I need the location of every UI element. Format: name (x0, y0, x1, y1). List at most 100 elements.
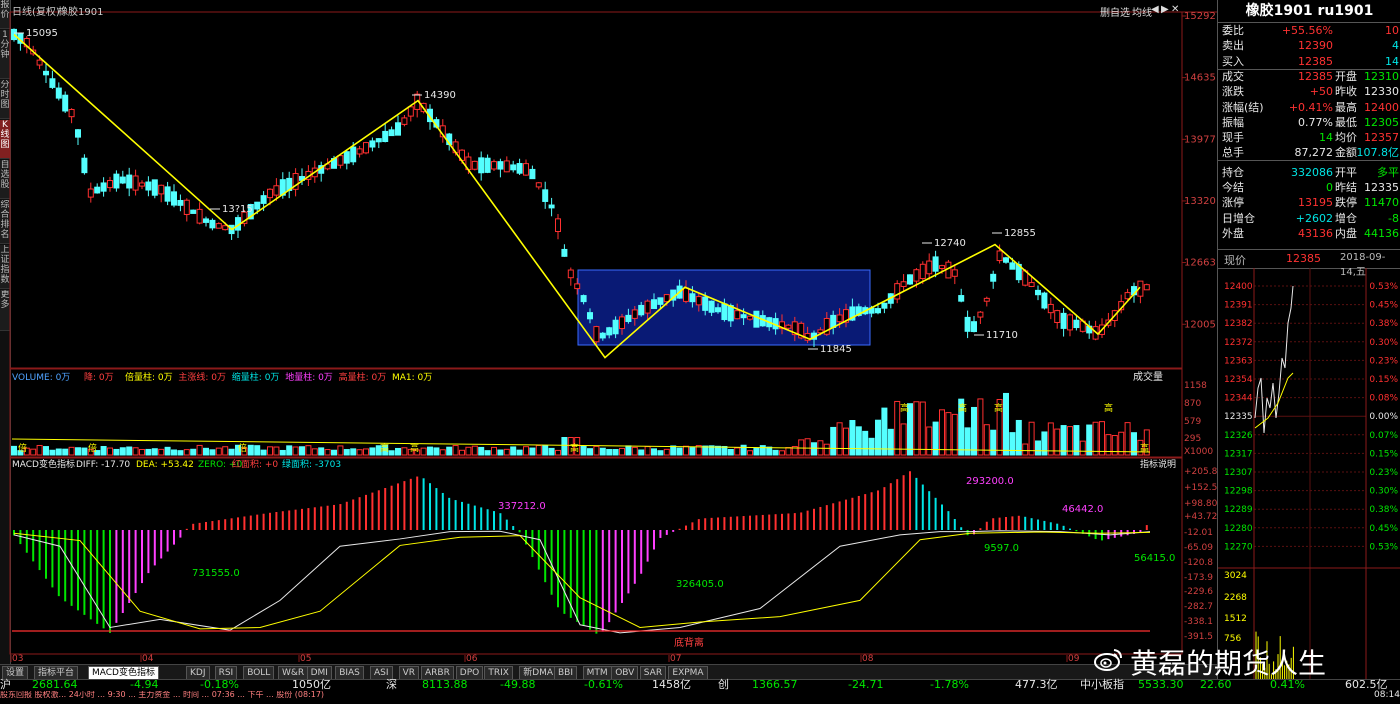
volume-bar (1073, 425, 1080, 456)
month-tick: 08 (862, 654, 874, 664)
volume-bar (1009, 432, 1016, 456)
candle-body (996, 250, 1003, 262)
quote-label: 持仓 (1222, 165, 1244, 179)
volume-bar (446, 446, 453, 456)
candle-body (638, 304, 645, 316)
candle-body (363, 142, 369, 154)
macd-help-button: 指标说明 (1140, 458, 1176, 470)
candle-body (49, 78, 56, 88)
toolbar-btn-4[interactable]: ✕ (1171, 4, 1179, 15)
volume-mark: 倍 (238, 442, 247, 454)
intraday-chart: 12400 0.53% 12391 0.45% 12382 0.38% 12372 0.30%… (1218, 268, 1400, 680)
volume-bar (228, 448, 235, 456)
quote-label: 总手 (1222, 146, 1244, 160)
volume-bar (273, 446, 280, 456)
toolbar-btn-1[interactable]: 均线 (1132, 4, 1152, 19)
price-tick: 13320 (1184, 196, 1216, 207)
macd-value-label: 293200.0 (966, 476, 1014, 487)
volume-legend-item: 主涨线: 0万 (178, 371, 226, 383)
volume-bar (593, 445, 600, 456)
quote-value: 12390 (1298, 39, 1333, 53)
indicator-tab-10[interactable]: VR (398, 666, 420, 680)
volume-bar (849, 420, 856, 456)
candle-body (1035, 289, 1041, 296)
period-label[interactable]: 日线(复权) (12, 3, 60, 18)
intraday-price-line (1254, 285, 1294, 434)
price-annotation: 13?15 (222, 204, 253, 215)
row-divider (1218, 160, 1400, 162)
candle-body (407, 106, 414, 117)
candle-body (222, 225, 229, 231)
intraday-pct-tick: 0.53% (1369, 542, 1398, 552)
candle-body (919, 263, 926, 280)
indicator-tab-5[interactable]: BOLL (243, 666, 275, 680)
candle-body (913, 269, 920, 282)
candle-body (574, 283, 581, 290)
macd-tick: +205.8 (1184, 467, 1217, 477)
volume-bar (1041, 431, 1048, 456)
candle-body (587, 312, 593, 320)
intraday-price-tick: 12317 (1224, 449, 1253, 459)
candle-body (100, 182, 107, 192)
news-ticker[interactable]: 股东回报 股权激... 24小时 ... 9:30 ... 主力资金 ... 时… (0, 691, 1130, 699)
candle-body (926, 260, 933, 275)
quote-row: 振幅 0.77% 最低 12305 (1218, 115, 1400, 130)
quote-value: 332086 (1291, 165, 1333, 179)
volume-bar (971, 406, 977, 456)
volume-bar (990, 429, 997, 456)
candle-body (644, 300, 651, 314)
toolbar-btn-3[interactable]: ▶ (1161, 4, 1169, 15)
volume-bar (100, 446, 107, 456)
volume-bar (36, 444, 43, 456)
candle-body (94, 186, 101, 194)
volume-bar (721, 446, 728, 456)
quote-label: 委比 (1222, 24, 1244, 37)
volume-bar (926, 426, 933, 456)
candle-body (43, 70, 49, 76)
macd-tick: -120.8 (1184, 558, 1213, 568)
volume-bar (523, 446, 529, 456)
candle-body (593, 326, 600, 343)
candle-body (619, 316, 625, 330)
candle-body (113, 173, 120, 189)
quote-label-2: 跌停 (1335, 196, 1357, 210)
toolbar-btn-0[interactable]: 删自选 (1100, 4, 1130, 19)
price-annotation: 12855 (1004, 228, 1036, 239)
indicator-tab-15[interactable]: BBI (554, 666, 578, 680)
candle-body (107, 180, 113, 189)
intraday-pct-tick: 0.30% (1369, 338, 1398, 348)
quote-label-2: 昨结 (1335, 181, 1357, 194)
volume-indicator-button: 成交量 (1133, 370, 1163, 383)
quote-value-2: 4 (1392, 39, 1399, 53)
intraday-pct-tick: 0.45% (1369, 524, 1398, 534)
candle-body (683, 287, 689, 302)
candle-body (395, 122, 401, 136)
volume-bar (580, 445, 587, 456)
candle-body (971, 321, 977, 333)
quote-label-2: 最低 (1335, 115, 1357, 129)
quote-row: 成交 12385 开盘 12310 (1218, 69, 1400, 84)
candle-body (62, 94, 69, 112)
candle-body (1073, 319, 1080, 329)
quote-value-2: 12305 (1364, 115, 1399, 129)
indicator-tab-8[interactable]: BIAS (335, 666, 364, 680)
quote-value: +0.41% (1288, 100, 1333, 114)
volume-bar (830, 426, 837, 456)
volume-bar (30, 448, 37, 456)
candle-body (523, 163, 529, 176)
volume-bar (260, 449, 267, 456)
volume-bar (369, 447, 376, 456)
intraday-pct-tick: 0.00% (1369, 412, 1398, 422)
month-tick: 09 (1068, 654, 1080, 664)
candle-body (535, 182, 542, 188)
volume-legend-item: 地量柱: 0万 (285, 371, 333, 383)
candle-body (369, 140, 376, 148)
quote-label: 卖出 (1222, 39, 1244, 53)
volume-bar (804, 438, 811, 456)
volume-bar (670, 445, 677, 456)
toolbar-btn-2[interactable]: ◀ (1151, 4, 1159, 15)
intraday-pct-tick: 0.23% (1369, 468, 1398, 478)
volume-bar (318, 447, 325, 456)
volume-bar (1092, 421, 1099, 456)
volume-bar (459, 449, 465, 456)
